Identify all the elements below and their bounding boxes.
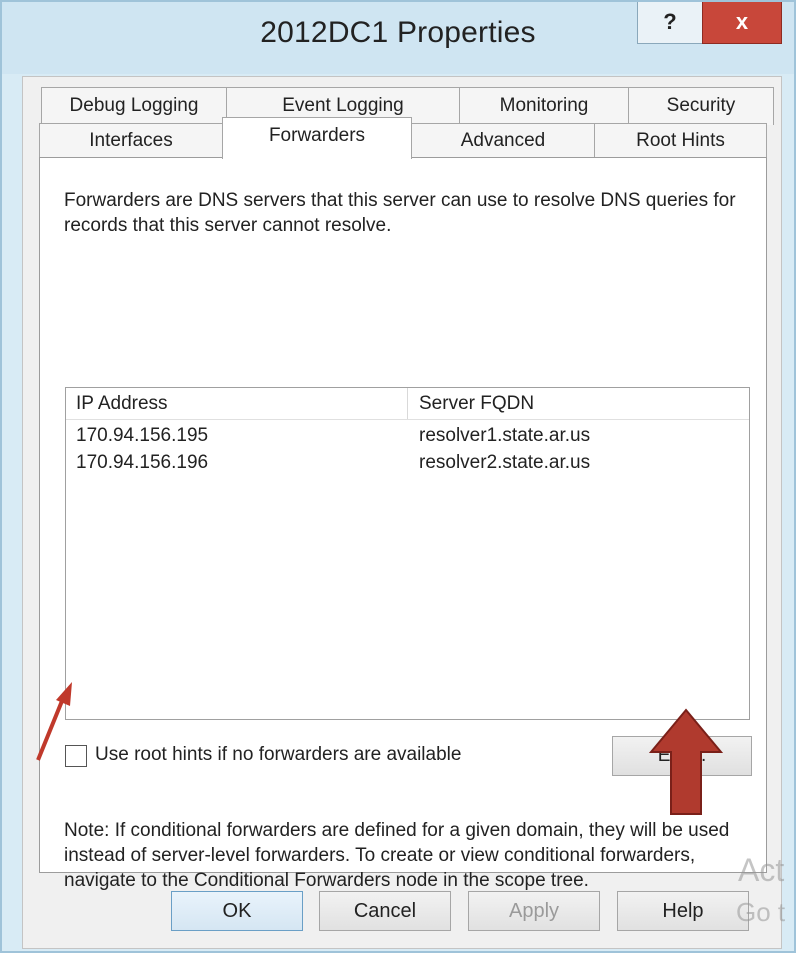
help-button[interactable]: Help	[617, 891, 749, 931]
tab-interfaces[interactable]: Interfaces	[39, 123, 223, 158]
ok-button[interactable]: OK	[171, 891, 303, 931]
tab-forwarders[interactable]: Forwarders	[222, 117, 412, 159]
tab-monitoring[interactable]: Monitoring	[459, 87, 629, 125]
close-icon: x	[735, 9, 749, 34]
activation-watermark-line1: Act	[738, 852, 785, 888]
use-root-hints-label: Use root hints if no forwarders are avai…	[95, 744, 462, 765]
conditional-forwarders-note: Note: If conditional forwarders are defi…	[64, 820, 730, 891]
dialog-client-area: Debug Logging Event Logging Monitoring S…	[22, 76, 782, 949]
server-fqdn-cell: resolver1.state.ar.us	[419, 425, 591, 446]
close-button[interactable]: x	[702, 2, 782, 44]
tab-debug-logging[interactable]: Debug Logging	[41, 87, 227, 125]
tab-security[interactable]: Security	[628, 87, 774, 125]
column-header-server-fqdn[interactable]: Server FQDN	[409, 388, 749, 419]
activation-watermark-line2: Go t	[736, 897, 786, 927]
cancel-button[interactable]: Cancel	[319, 891, 451, 931]
ip-address-cell: 170.94.156.195	[76, 425, 209, 446]
apply-button[interactable]: Apply	[468, 891, 600, 931]
list-row[interactable]: 170.94.156.195 resolver1.state.ar.us	[66, 422, 749, 449]
list-header: IP Address Server FQDN	[66, 388, 749, 420]
forwarders-panel: Forwarders are DNS servers that this ser…	[39, 157, 767, 891]
help-titlebar-button[interactable]: ?	[637, 2, 703, 44]
list-row[interactable]: 170.94.156.196 resolver2.state.ar.us	[66, 449, 749, 476]
use-root-hints-checkbox[interactable]	[65, 745, 87, 767]
properties-dialog: 2012DC1 Properties ? x Debug Logging Eve…	[0, 0, 796, 953]
forwarders-description: Forwarders are DNS servers that this ser…	[64, 190, 736, 236]
edit-button[interactable]: Edit...	[612, 736, 752, 776]
forwarders-list[interactable]: IP Address Server FQDN 170.94.156.195 re…	[65, 387, 750, 720]
ip-address-cell: 170.94.156.196	[76, 452, 209, 473]
question-mark-icon: ?	[663, 9, 677, 34]
tab-advanced[interactable]: Advanced	[411, 123, 595, 158]
title-bar: 2012DC1 Properties ? x	[2, 2, 794, 74]
tab-root-hints[interactable]: Root Hints	[594, 123, 767, 158]
server-fqdn-cell: resolver2.state.ar.us	[419, 452, 591, 473]
column-header-ip-address[interactable]: IP Address	[66, 388, 408, 419]
